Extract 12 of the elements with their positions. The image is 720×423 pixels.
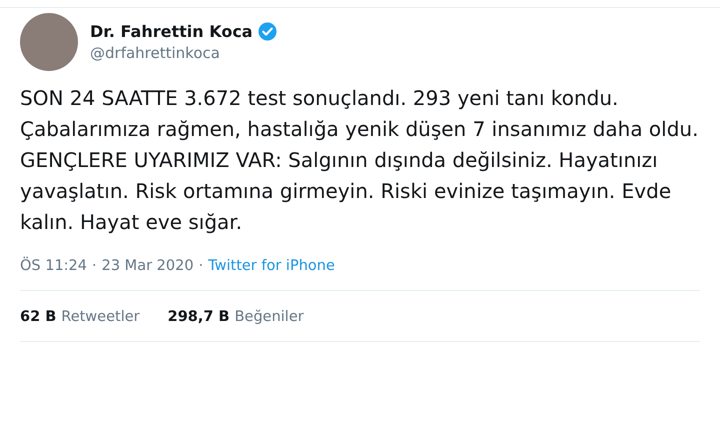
stat-label[interactable]: Beğeniler	[234, 309, 304, 325]
tweet-time[interactable]: ÖS 11:24	[20, 258, 88, 274]
stat-count[interactable]: 62 B	[20, 309, 56, 325]
tweet-text: SON 24 SAATTE 3.672 test sonuçlandı. 293 yeni tanı kondu. Çabalarımıza rağmen, hastalığa yenik düşen 7 insanımız daha oldu. GENÇLERE UYARIMIZ VAR: Salgının dışında değilsiniz. Hayatınızı yavaşlatın. Risk ortamına girmeyin. Riski evinize taşımayın. Evde kalın. Hayat eve sığar.	[20, 85, 700, 236]
separator-dot: ·	[92, 258, 97, 274]
source-link[interactable]: Twitter for iPhone	[208, 258, 335, 274]
author-name[interactable]: Dr. Fahrettin Koca	[90, 22, 253, 41]
separator-dot: ·	[198, 258, 204, 274]
tweet-date[interactable]: 23 Mar 2020	[102, 258, 194, 274]
stat-label[interactable]: Retweetler	[61, 309, 140, 325]
stat-count[interactable]: 298,7 B	[168, 309, 230, 325]
author-handle[interactable]: @drfahrettinkoca	[90, 44, 277, 62]
